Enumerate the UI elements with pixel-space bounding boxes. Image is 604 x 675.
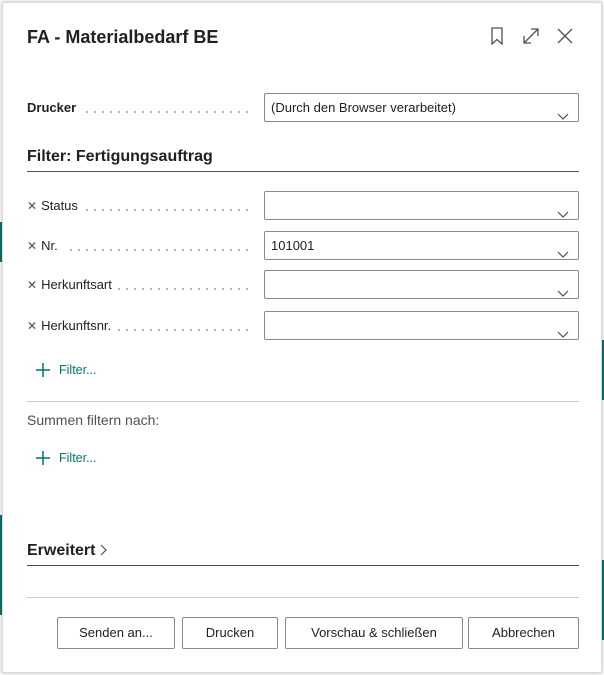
filter-nr-select[interactable]: 101001 xyxy=(264,231,579,260)
chevron-down-icon xyxy=(557,201,569,218)
filter-nr-label-text: Nr. xyxy=(41,238,58,253)
remove-filter-icon[interactable]: ✕ xyxy=(27,239,37,253)
dialog-title: FA - Materialbedarf BE xyxy=(27,27,219,47)
filter-herkunftsart-select[interactable] xyxy=(264,270,579,299)
add-totals-filter-button[interactable]: Filter... xyxy=(35,450,97,466)
chevron-down-icon xyxy=(557,241,569,258)
close-icon[interactable] xyxy=(555,25,575,47)
filter-label-herkunftsnr: ✕ Herkunftsnr. xyxy=(27,318,118,333)
add-totals-filter-label: Filter... xyxy=(59,451,97,465)
filter-label-status: ✕ Status xyxy=(27,198,84,213)
printer-value: (Durch den Browser verarbeitet) xyxy=(271,100,456,115)
remove-filter-icon[interactable]: ✕ xyxy=(27,278,37,292)
printer-row: Drucker (Durch den Browser verarbeitet) xyxy=(27,93,579,123)
filter-section-header[interactable]: Filter: Fertigungsauftrag xyxy=(27,148,579,172)
totals-filter-title: Summen filtern nach: xyxy=(27,412,160,428)
footer-divider xyxy=(27,597,579,598)
add-filter-button[interactable]: Filter... xyxy=(35,362,97,378)
title-actions xyxy=(487,25,575,47)
filter-status-select[interactable] xyxy=(264,191,579,220)
add-filter-label: Filter... xyxy=(59,363,97,377)
preview-close-button[interactable]: Vorschau & schließen xyxy=(285,617,463,649)
chevron-down-icon xyxy=(557,321,569,338)
filter-row-nr: ✕ Nr. 101001 xyxy=(27,231,579,261)
chevron-right-icon xyxy=(100,544,107,556)
send-to-button[interactable]: Senden an... xyxy=(57,617,175,649)
section-divider xyxy=(27,401,579,402)
bookmark-icon[interactable] xyxy=(487,25,507,47)
filter-herkunftsnr-select[interactable] xyxy=(264,311,579,340)
filter-row-herkunftsnr: ✕ Herkunftsnr. xyxy=(27,311,579,341)
printer-label: Drucker xyxy=(27,100,83,115)
remove-filter-icon[interactable]: ✕ xyxy=(27,319,37,333)
print-button[interactable]: Drucken xyxy=(182,617,278,649)
filter-status-label-text: Status xyxy=(41,198,78,213)
plus-icon xyxy=(36,451,50,465)
filter-label-herkunftsart: ✕ Herkunftsart xyxy=(27,277,118,292)
expand-icon[interactable] xyxy=(521,25,541,47)
printer-select[interactable]: (Durch den Browser verarbeitet) xyxy=(264,93,579,122)
advanced-title: Erweitert xyxy=(27,542,96,559)
report-request-dialog: FA - Materialbedarf BE Drucker (Durch de… xyxy=(2,2,602,673)
cancel-button[interactable]: Abbrechen xyxy=(468,617,579,649)
filter-row-status: ✕ Status xyxy=(27,191,579,221)
chevron-down-icon xyxy=(557,103,569,120)
remove-filter-icon[interactable]: ✕ xyxy=(27,199,37,213)
advanced-section-header[interactable]: Erweitert xyxy=(27,542,579,566)
filter-nr-value: 101001 xyxy=(271,238,315,253)
filter-row-herkunftsart: ✕ Herkunftsart xyxy=(27,270,579,300)
filter-label-nr: ✕ Nr. xyxy=(27,238,64,253)
plus-icon xyxy=(36,363,50,377)
filter-herkunftsart-label-text: Herkunftsart xyxy=(41,277,112,292)
chevron-down-icon xyxy=(557,280,569,297)
filter-herkunftsnr-label-text: Herkunftsnr. xyxy=(41,318,112,333)
